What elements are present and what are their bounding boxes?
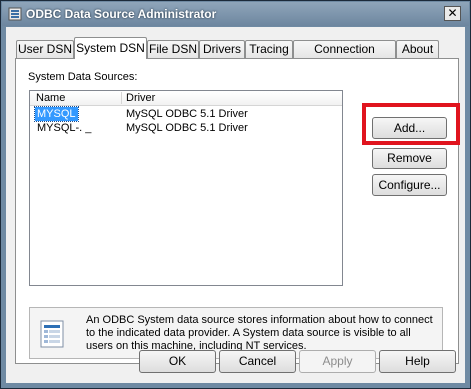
column-header-name[interactable]: Name xyxy=(36,91,65,105)
configure-button[interactable]: Configure... xyxy=(372,174,447,196)
close-icon: ✕ xyxy=(447,6,458,20)
tab-about[interactable]: About xyxy=(396,40,439,58)
list-header: Name Driver xyxy=(30,91,342,106)
tab-label: System DSN xyxy=(76,41,145,55)
column-divider[interactable] xyxy=(121,92,122,104)
window-title: ODBC Data Source Administrator xyxy=(26,7,217,21)
tab-tracing[interactable]: Tracing xyxy=(245,40,293,58)
tab-user-dsn[interactable]: User DSN xyxy=(16,40,74,58)
cancel-button-label: Cancel xyxy=(238,354,277,368)
system-dsn-panel: System Data Sources: Name Driver MYSQL M… xyxy=(15,58,460,364)
data-source-driver: MySQL ODBC 5.1 Driver xyxy=(126,108,248,120)
help-button[interactable]: Help xyxy=(379,350,456,373)
ok-button-label: OK xyxy=(168,354,187,368)
data-source-driver: MySQL ODBC 5.1 Driver xyxy=(126,122,248,134)
dialog-client-area: User DSN System DSN File DSN Drivers Tra… xyxy=(6,27,465,383)
tab-label: File DSN xyxy=(148,42,197,56)
tab-drivers[interactable]: Drivers xyxy=(199,40,245,58)
apply-button-label: Apply xyxy=(322,354,353,368)
system-data-sources-label: System Data Sources: xyxy=(28,71,138,83)
cancel-button[interactable]: Cancel xyxy=(219,350,296,373)
tab-label: Drivers xyxy=(203,42,241,56)
ok-button[interactable]: OK xyxy=(139,350,216,373)
close-button[interactable]: ✕ xyxy=(444,6,461,21)
list-item[interactable]: MYSQL-. _ MySQL ODBC 5.1 Driver xyxy=(30,121,342,135)
apply-button[interactable]: Apply xyxy=(299,350,376,373)
tab-label: User DSN xyxy=(17,42,72,56)
remove-button[interactable]: Remove xyxy=(372,148,447,169)
tab-file-dsn[interactable]: File DSN xyxy=(147,40,199,58)
data-sources-list[interactable]: Name Driver MYSQL MySQL ODBC 5.1 Driver … xyxy=(29,90,343,286)
odbc-app-icon xyxy=(8,7,22,21)
info-description: An ODBC System data source stores inform… xyxy=(86,314,433,352)
data-source-name: MYSQL xyxy=(34,106,79,122)
data-source-name: MYSQL-. _ xyxy=(37,122,92,134)
highlight-box xyxy=(362,103,460,145)
remove-button-label: Remove xyxy=(387,151,432,165)
list-item[interactable]: MYSQL MySQL ODBC 5.1 Driver xyxy=(30,106,342,122)
tab-system-dsn[interactable]: System DSN xyxy=(74,37,147,59)
odbc-administrator-window: ODBC Data Source Administrator ✕ User DS… xyxy=(0,0,471,389)
title-bar[interactable]: ODBC Data Source Administrator ✕ xyxy=(2,2,469,26)
tab-label: About xyxy=(401,42,434,56)
column-header-driver[interactable]: Driver xyxy=(126,91,155,105)
help-button-label: Help xyxy=(405,354,430,368)
tab-connection-pooling[interactable]: Connection Pooling xyxy=(293,40,396,72)
configure-button-label: Configure... xyxy=(378,178,441,192)
tab-label: Tracing xyxy=(249,42,289,56)
data-source-document-icon xyxy=(38,319,68,349)
